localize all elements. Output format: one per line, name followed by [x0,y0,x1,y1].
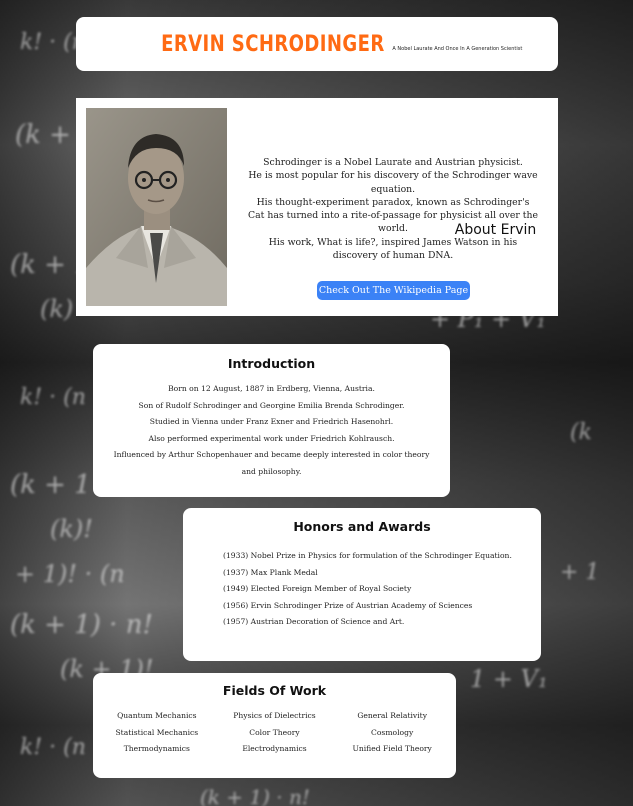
list-item: (1949) Elected Foreign Member of Royal S… [223,584,412,594]
about-paragraph: Schrodinger is a Nobel Laurate and Austr… [248,156,538,262]
header-banner: ERVIN SCHRODINGER A Nobel Laurate And On… [76,17,558,71]
list-item: (1937) Max Plank Medal [223,567,318,577]
fields-section: Fields Of Work Quantum Mechanics Physics… [93,673,456,778]
field-item: Statistical Mechanics [115,727,199,737]
introduction-title: Introduction [227,356,316,371]
page-title: ERVIN SCHRODINGER [160,31,385,57]
list-item: (1933) Nobel Prize in Physics for formul… [223,551,512,560]
field-item: General Relativity [357,711,427,720]
introduction-section: Introduction Born on 12 August, 1887 in … [93,344,450,497]
list-item: Influenced by Arthur Schopenhauer and be… [113,450,430,476]
field-item: Physics of Dielectrics [233,711,316,720]
list-item: (1957) Austrian Decoration of Science an… [223,617,405,627]
page-tagline: A Nobel Laurate And Once In A Generation… [392,46,523,52]
fields-title: Fields Of Work [222,683,327,698]
list-item: Son of Rudolf Schrodinger and Georgine E… [138,400,405,410]
field-item: Unified Field Theory [352,744,432,753]
honors-list: (1933) Nobel Prize in Physics for formul… [223,548,531,631]
honors-title: Honors and Awards [293,519,431,534]
field-item: Color Theory [249,727,300,737]
fields-grid: Quantum Mechanics Physics of Dielectrics… [98,708,451,758]
wikipedia-button[interactable]: Check Out The Wikipedia Page [317,281,470,300]
list-item: Born on 12 August, 1887 in Erdberg, Vien… [168,384,375,393]
honors-section: Honors and Awards (1933) Nobel Prize in … [183,508,541,661]
field-item: Quantum Mechanics [117,711,197,720]
list-item: (1956) Ervin Schrodinger Prize of Austri… [223,600,473,610]
field-item: Cosmology [371,727,414,737]
list-item: Studied in Vienna under Franz Exner and … [149,417,394,427]
list-item: Also performed experimental work under F… [148,433,395,443]
about-section: About Ervin Schrodinger is a Nobel Laura… [76,98,558,316]
field-item: Electrodynamics [242,744,307,753]
about-line: His thought-experiment paradox, known as… [248,196,538,235]
portrait-photo [86,108,227,306]
field-item: Thermodynamics [123,744,190,753]
introduction-list: Born on 12 August, 1887 in Erdberg, Vien… [113,381,430,481]
about-line: Schrodinger is a Nobel Laurate and Austr… [263,157,523,168]
about-line: He is most popular for his discovery of … [248,170,538,195]
about-line: His work, What is life?, inspired James … [268,236,518,262]
